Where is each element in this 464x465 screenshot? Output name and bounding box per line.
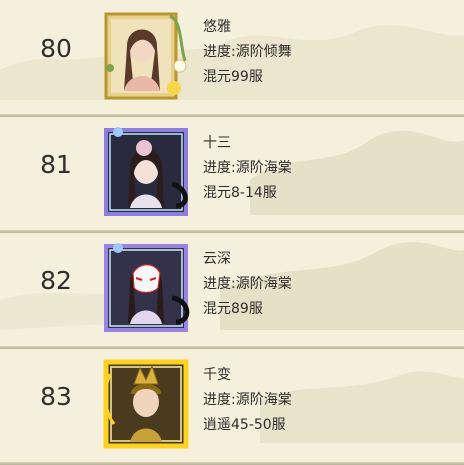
rank-number: 81 (40, 150, 72, 179)
ranking-row[interactable]: 83 千变 进度:源阶海棠 逍遥45-50服 (0, 348, 464, 465)
player-progress: 进度:源阶倾舞 (203, 44, 292, 60)
avatar-frame[interactable] (100, 122, 196, 218)
avatar-frame[interactable] (100, 354, 196, 450)
player-server: 混元8-14服 (203, 185, 277, 201)
ranking-row[interactable]: 80 悠雅 进度:源阶倾舞 混元99服 (0, 0, 464, 117)
player-server: 逍遥45-50服 (203, 417, 286, 433)
player-name: 十三 (203, 135, 231, 151)
masked-portrait-icon (104, 243, 190, 332)
player-info: 云深 进度:源阶海棠 混元89服 (203, 247, 292, 322)
player-progress: 进度:源阶海棠 (203, 276, 292, 292)
player-server: 混元99服 (203, 69, 263, 85)
player-name: 悠雅 (203, 19, 231, 35)
ranking-row[interactable]: 82 云深 进度:源阶海棠 混元89服 (0, 232, 464, 349)
player-info: 悠雅 进度:源阶倾舞 混元99服 (203, 15, 292, 90)
player-progress: 进度:源阶海棠 (203, 392, 292, 408)
rank-number: 82 (40, 266, 72, 295)
rank-number: 80 (40, 34, 72, 63)
crowned-portrait-icon (103, 359, 189, 449)
player-server: 混元89服 (203, 301, 263, 317)
rank-number: 83 (40, 382, 72, 411)
avatar-frame[interactable] (100, 238, 196, 334)
player-progress: 进度:源阶海棠 (203, 160, 292, 176)
player-info: 十三 进度:源阶海棠 混元8-14服 (203, 131, 292, 206)
player-name: 云深 (203, 251, 231, 267)
avatar-frame[interactable] (100, 6, 196, 102)
ranking-row[interactable]: 81 十三 进度:源阶海棠 混元8-14服 (0, 116, 464, 233)
female-portrait-icon (104, 127, 188, 216)
player-name: 千变 (203, 367, 231, 383)
ranking-list: 80 悠雅 进度:源阶倾舞 混元99服 81 十三 进度:源阶海棠 混元8-14… (0, 0, 464, 465)
player-info: 千变 进度:源阶海棠 逍遥45-50服 (203, 363, 292, 438)
female-portrait-icon (104, 12, 187, 100)
